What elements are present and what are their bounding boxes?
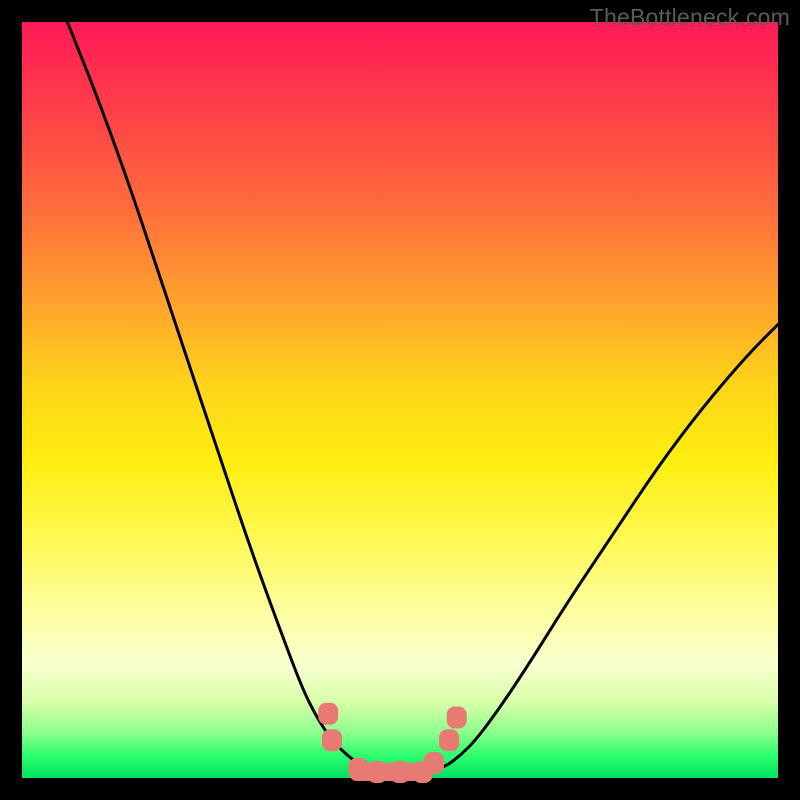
- marker-point: [367, 761, 387, 783]
- marker-point: [439, 729, 459, 751]
- marker-point: [390, 761, 410, 783]
- marker-point: [318, 703, 338, 725]
- marker-group: [318, 703, 467, 783]
- curve-group: [67, 22, 778, 770]
- chart-stage: TheBottleneck.com: [0, 0, 800, 800]
- curve-right: [430, 324, 778, 770]
- chart-svg-layer: [0, 0, 800, 800]
- marker-point: [424, 752, 444, 774]
- curve-left: [67, 22, 369, 770]
- marker-point: [348, 758, 368, 780]
- marker-point: [447, 707, 467, 729]
- marker-point: [322, 729, 342, 751]
